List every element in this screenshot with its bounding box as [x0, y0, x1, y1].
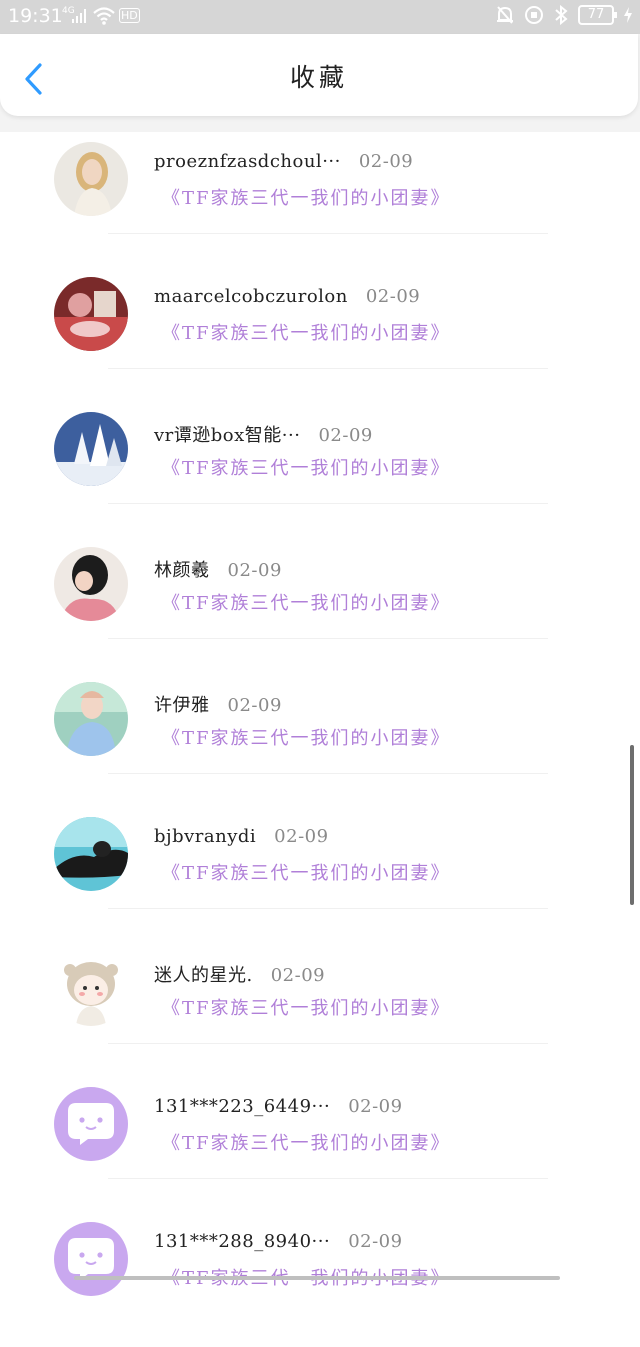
cell-signal-icon [72, 9, 86, 23]
avatar[interactable] [54, 1087, 128, 1161]
divider [108, 1043, 548, 1044]
user-name: bjbvranydi [154, 826, 257, 847]
alarm-icon [525, 6, 543, 24]
user-name: 131***223_6449··· [154, 1096, 331, 1117]
item-user-name: proeznfzasdchoul··· 02-09 [154, 151, 413, 172]
divider [108, 233, 548, 234]
status-bar: 19:31 4G HD 77 [0, 0, 640, 34]
item-user-name: bjbvranydi 02-09 [154, 826, 329, 847]
user-name: maarcelcobczurolon [154, 286, 348, 307]
divider [108, 908, 548, 909]
item-message[interactable]: 《TF家族三代一我们的小团妻》 [162, 724, 451, 750]
hd-badge: HD [119, 8, 140, 23]
favorites-list: proeznfzasdchoul··· 02-09 《TF家族三代一我们的小团妻》… [0, 132, 640, 1347]
user-name: 迷人的星光. [154, 965, 253, 986]
item-date: 02-09 [227, 560, 282, 581]
divider [108, 773, 548, 774]
item-message[interactable]: 《TF家族三代一我们的小团妻》 [162, 994, 451, 1020]
list-item[interactable]: proeznfzasdchoul··· 02-09 《TF家族三代一我们的小团妻》 [0, 132, 640, 267]
item-message[interactable]: 《TF家族三代一我们的小团妻》 [162, 1129, 451, 1155]
avatar[interactable] [54, 547, 128, 621]
avatar[interactable] [54, 142, 128, 216]
avatar[interactable] [54, 277, 128, 351]
divider [108, 503, 548, 504]
item-date: 02-09 [270, 965, 326, 986]
divider [108, 368, 548, 369]
avatar[interactable] [54, 817, 128, 891]
item-message[interactable]: 《TF家族三代一我们的小团妻》 [162, 184, 451, 210]
item-message[interactable]: 《TF家族三代一我们的小团妻》 [162, 859, 451, 885]
item-user-name: 许伊雅 02-09 [154, 691, 282, 717]
avatar[interactable] [54, 682, 128, 756]
item-user-name: 迷人的星光. 02-09 [154, 961, 325, 987]
item-date: 02-09 [274, 826, 329, 847]
vertical-scrollbar[interactable] [630, 745, 634, 905]
list-item[interactable]: 131***223_6449··· 02-09 《TF家族三代一我们的小团妻》 [0, 1077, 640, 1212]
item-date: 02-09 [318, 425, 373, 446]
item-date: 02-09 [348, 1231, 403, 1252]
user-name: proeznfzasdchoul··· [154, 151, 341, 172]
list-item[interactable]: maarcelcobczurolon 02-09 《TF家族三代一我们的小团妻》 [0, 267, 640, 402]
list-item[interactable]: 许伊雅 02-09 《TF家族三代一我们的小团妻》 [0, 672, 640, 807]
item-user-name: maarcelcobczurolon 02-09 [154, 286, 420, 307]
item-user-name: 林颜羲 02-09 [154, 556, 282, 582]
user-name: 131***288_8940··· [154, 1231, 331, 1252]
avatar[interactable] [54, 412, 128, 486]
item-date: 02-09 [227, 695, 282, 716]
wifi-icon [93, 7, 115, 25]
chat-bubble-icon [54, 1222, 128, 1296]
battery-indicator: 77 [578, 5, 617, 25]
header: 收藏 [0, 34, 640, 132]
avatar[interactable] [54, 1222, 128, 1296]
list-item[interactable]: 林颜羲 02-09 《TF家族三代一我们的小团妻》 [0, 537, 640, 672]
item-user-name: 131***223_6449··· 02-09 [154, 1096, 403, 1117]
mute-bell-icon [497, 6, 513, 24]
item-message[interactable]: 《TF家族三代一我们的小团妻》 [162, 319, 451, 345]
charging-bolt-icon [624, 7, 632, 23]
item-message[interactable]: 《TF家族三代一我们的小团妻》 [162, 589, 451, 615]
divider [108, 1178, 548, 1179]
item-date: 02-09 [348, 1096, 403, 1117]
list-item[interactable]: vr谭逊box智能··· 02-09 《TF家族三代一我们的小团妻》 [0, 402, 640, 537]
status-time: 19:31 [8, 5, 63, 27]
user-name: vr谭逊box智能··· [154, 425, 301, 446]
chat-bubble-icon [54, 1087, 128, 1161]
item-message[interactable]: 《TF家族三代一我们的小团妻》 [162, 454, 451, 480]
divider [108, 638, 548, 639]
item-date: 02-09 [365, 286, 421, 307]
list-item[interactable]: 迷人的星光. 02-09 《TF家族三代一我们的小团妻》 [0, 942, 640, 1077]
list-item[interactable]: bjbvranydi 02-09 《TF家族三代一我们的小团妻》 [0, 807, 640, 942]
page-title: 收藏 [289, 63, 348, 92]
bottom-indicator-bar [74, 1276, 560, 1280]
item-user-name: vr谭逊box智能··· 02-09 [154, 421, 373, 447]
user-name: 许伊雅 [154, 695, 210, 716]
user-name: 林颜羲 [154, 560, 210, 581]
header-card: 收藏 [0, 34, 638, 116]
avatar[interactable] [54, 952, 128, 1026]
item-user-name: 131***288_8940··· 02-09 [154, 1231, 403, 1252]
bluetooth-icon [555, 5, 568, 25]
item-date: 02-09 [358, 151, 414, 172]
